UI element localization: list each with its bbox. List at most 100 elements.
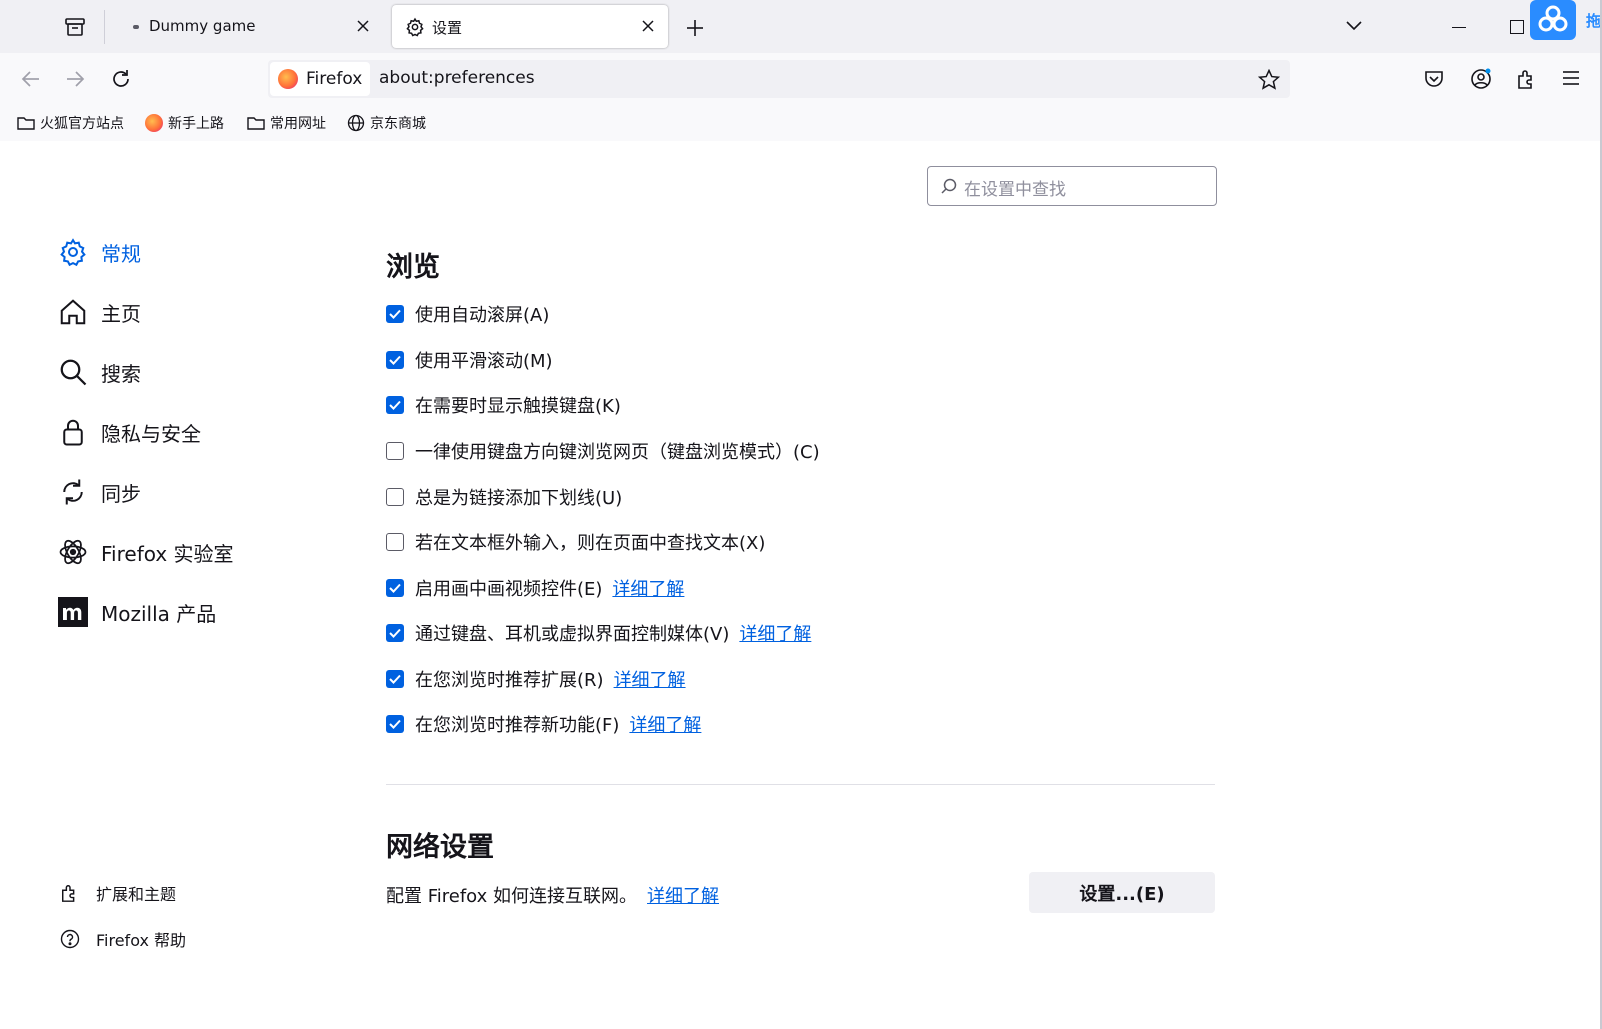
bookmark-label: 京东商城 [370, 116, 426, 132]
checkbox[interactable] [386, 351, 404, 369]
forward-icon[interactable] [65, 70, 85, 88]
star-icon[interactable] [1258, 69, 1280, 90]
option-row[interactable]: 总是为链接添加下划线(U) [386, 484, 622, 510]
back-icon[interactable] [21, 70, 41, 88]
overlay-label: 拖 [1586, 12, 1602, 30]
close-icon[interactable] [355, 18, 371, 34]
option-row[interactable]: 一律使用键盘方向键浏览网页（键盘浏览模式）(C) [386, 438, 820, 464]
option-label: 若在文本框外输入，则在页面中查找文本(X) [415, 533, 766, 554]
option-label: 一律使用键盘方向键浏览网页（键盘浏览模式）(C) [415, 442, 820, 463]
lock-icon [57, 416, 89, 448]
pocket-icon[interactable] [1424, 69, 1444, 89]
section-divider [386, 784, 1215, 785]
option-row[interactable]: 在需要时显示触摸键盘(K) [386, 392, 621, 418]
maximize-icon[interactable] [1510, 20, 1524, 34]
option-label: 启用画中画视频控件(E) [415, 579, 603, 600]
bookmark-item[interactable]: 常用网址 [247, 113, 326, 133]
browsing-heading: 浏览 [386, 252, 440, 283]
learn-more-link[interactable]: 详细了解 [647, 882, 719, 908]
url-text[interactable]: about:preferences [379, 68, 535, 88]
menu-icon[interactable] [1562, 70, 1580, 86]
bookmark-label: 常用网址 [270, 116, 326, 132]
option-label: 在您浏览时推荐扩展(R) [415, 670, 604, 691]
tab-dummy-game[interactable]: Dummy game [105, 5, 383, 48]
gear-icon [405, 17, 425, 37]
option-label: 在需要时显示触摸键盘(K) [415, 396, 621, 417]
identity-box[interactable]: Firefox [270, 62, 370, 96]
netdisk-icon [1530, 0, 1576, 40]
option-row[interactable]: 在您浏览时推荐扩展(R) 详细了解 [386, 666, 686, 692]
learn-more-link[interactable]: 详细了解 [739, 620, 811, 646]
extensions-icon[interactable] [1516, 68, 1538, 90]
help-link[interactable]: Firefox 帮助 [60, 927, 186, 951]
option-row[interactable]: 使用自动滚屏(A) [386, 301, 549, 327]
favicon-icon [133, 25, 139, 29]
learn-more-link[interactable]: 详细了解 [629, 711, 701, 737]
checkbox[interactable] [386, 442, 404, 460]
preferences-page: 在设置中查找 常规 主页 搜索 隐私与安全 同步 Firefox 实验室 Moz… [0, 141, 1602, 1029]
category-label: 同步 [101, 481, 141, 506]
checkbox[interactable] [386, 579, 404, 597]
search-icon [941, 178, 957, 194]
option-row[interactable]: 若在文本框外输入，则在页面中查找文本(X) [386, 529, 765, 555]
option-row[interactable]: 在您浏览时推荐新功能(F) 详细了解 [386, 711, 701, 737]
category-search[interactable]: 搜索 [57, 356, 141, 388]
addons-link[interactable]: 扩展和主题 [60, 881, 176, 905]
addons-label: 扩展和主题 [96, 885, 177, 904]
baidu-netdisk-overlay[interactable]: 拖 [1530, 0, 1602, 40]
checkbox[interactable] [386, 624, 404, 642]
gear-icon [57, 236, 89, 268]
bookmark-item[interactable]: 新手上路 [145, 113, 224, 133]
tab-settings[interactable]: 设置 [392, 5, 668, 48]
minimize-icon[interactable] [1452, 27, 1466, 28]
url-bar[interactable]: Firefox about:preferences [268, 60, 1290, 98]
option-row[interactable]: 使用平滑滚动(M) [386, 347, 553, 373]
tab-title: Dummy game [149, 17, 256, 35]
identity-label: Firefox [306, 69, 363, 89]
bookmark-label: 火狐官方站点 [40, 116, 124, 132]
checkbox[interactable] [386, 715, 404, 733]
category-home[interactable]: 主页 [57, 296, 141, 328]
category-general[interactable]: 常规 [57, 236, 141, 268]
search-input[interactable]: 在设置中查找 [927, 166, 1217, 206]
network-description-row: 配置 Firefox 如何连接互联网。 详细了解 [386, 882, 719, 908]
close-icon[interactable] [640, 18, 656, 34]
firefox-icon [145, 114, 163, 132]
category-privacy[interactable]: 隐私与安全 [57, 416, 201, 448]
bookmark-item[interactable]: 火狐官方站点 [17, 113, 124, 133]
option-row[interactable]: 通过键盘、耳机或虚拟界面控制媒体(V) 详细了解 [386, 620, 811, 646]
mozilla-icon [57, 596, 89, 628]
option-label: 在您浏览时推荐新功能(F) [415, 715, 620, 736]
checkbox[interactable] [386, 488, 404, 506]
checkbox[interactable] [386, 533, 404, 551]
new-tab-icon[interactable] [686, 19, 704, 37]
bookmarks-toolbar: 火狐官方站点 新手上路 常用网址 京东商城 [0, 106, 1602, 142]
option-label: 总是为链接添加下划线(U) [415, 488, 623, 509]
category-mozilla-products[interactable]: Mozilla 产品 [57, 596, 216, 628]
checkbox[interactable] [386, 670, 404, 688]
chevron-down-icon[interactable] [1345, 20, 1363, 32]
reload-icon[interactable] [110, 68, 132, 90]
help-label: Firefox 帮助 [96, 931, 187, 950]
checkbox[interactable] [386, 305, 404, 323]
network-settings-button[interactable]: 设置...(E) [1029, 872, 1215, 913]
network-description: 配置 Firefox 如何连接互联网。 [386, 886, 638, 907]
option-label: 使用自动滚屏(A) [415, 305, 550, 326]
learn-more-link[interactable]: 详细了解 [612, 575, 684, 601]
search-icon [57, 356, 89, 388]
search-placeholder: 在设置中查找 [964, 180, 1066, 200]
bookmark-item[interactable]: 京东商城 [347, 113, 426, 133]
folder-icon [247, 117, 265, 130]
atom-icon [57, 536, 89, 568]
firefox-view-icon[interactable] [64, 16, 86, 38]
category-label: 常规 [101, 241, 141, 266]
option-row[interactable]: 启用画中画视频控件(E) 详细了解 [386, 575, 684, 601]
account-icon[interactable] [1470, 68, 1492, 90]
learn-more-link[interactable]: 详细了解 [614, 666, 686, 692]
category-label: 搜索 [101, 361, 141, 386]
puzzle-icon [62, 885, 75, 902]
category-sync[interactable]: 同步 [57, 476, 141, 508]
category-label: 隐私与安全 [101, 421, 201, 446]
category-experimental[interactable]: Firefox 实验室 [57, 536, 234, 568]
checkbox[interactable] [386, 396, 404, 414]
